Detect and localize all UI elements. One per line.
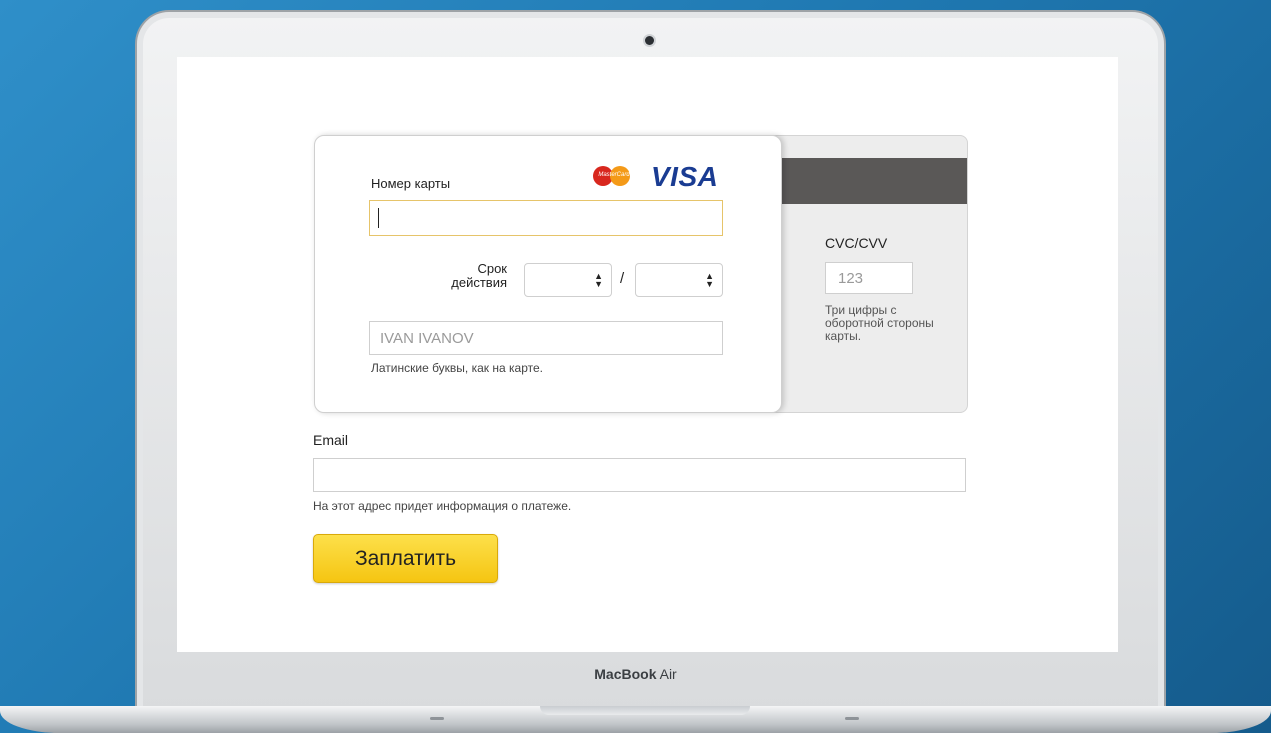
mastercard-logo-icon: MasterCard — [593, 165, 635, 187]
expiry-label-line2: действия — [451, 275, 507, 290]
mastercard-logo-text: MasterCard — [598, 172, 630, 178]
visa-logo: VISA — [651, 161, 719, 192]
card-number-input[interactable] — [369, 200, 723, 236]
cvc-hint: Три цифры с оборотной стороны карты. — [825, 303, 934, 343]
brand-bold: MacBook — [594, 666, 657, 682]
text-caret — [378, 208, 379, 228]
expiry-label: Срок действия — [425, 262, 507, 290]
email-label: Email — [313, 432, 349, 448]
card-number-label: Номер карты — [371, 176, 451, 191]
select-arrows-icon: ▲ ▼ — [705, 271, 714, 289]
laptop-foot — [430, 717, 444, 720]
cvc-input[interactable] — [825, 262, 913, 294]
camera-icon — [645, 36, 654, 45]
cvc-label: CVC/CVV — [825, 235, 888, 251]
email-hint: На этот адрес придет информация о платеж… — [313, 499, 572, 513]
laptop-notch — [540, 706, 750, 715]
brand-light: Air — [659, 666, 677, 682]
select-arrows-icon: ▲ ▼ — [594, 271, 603, 289]
email-input[interactable] — [313, 458, 966, 492]
card-front-panel: Номер карты MasterCard VISA Срок действи… — [314, 135, 782, 413]
expiry-month-select[interactable]: ▲ ▼ — [524, 263, 612, 297]
device-brand-label: MacBook Air — [0, 666, 1271, 682]
expiry-year-select[interactable]: ▲ ▼ — [635, 263, 723, 297]
cardholder-name-hint: Латинские буквы, как на карте. — [371, 361, 543, 375]
cardholder-name-input[interactable] — [369, 321, 723, 355]
pay-button[interactable]: Заплатить — [313, 534, 498, 583]
laptop-foot — [845, 717, 859, 720]
expiry-label-line1: Срок — [477, 261, 507, 276]
expiry-separator: / — [620, 270, 625, 287]
